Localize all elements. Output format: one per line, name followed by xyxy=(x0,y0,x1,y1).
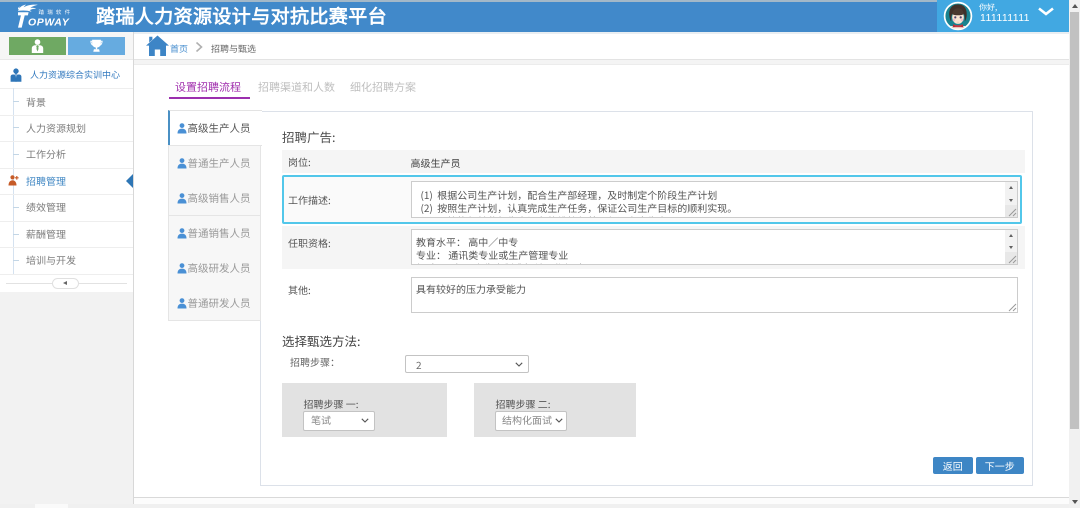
svg-text:OPWAY: OPWAY xyxy=(28,17,70,29)
svg-text:踏瑞软件: 踏瑞软件 xyxy=(39,8,74,16)
